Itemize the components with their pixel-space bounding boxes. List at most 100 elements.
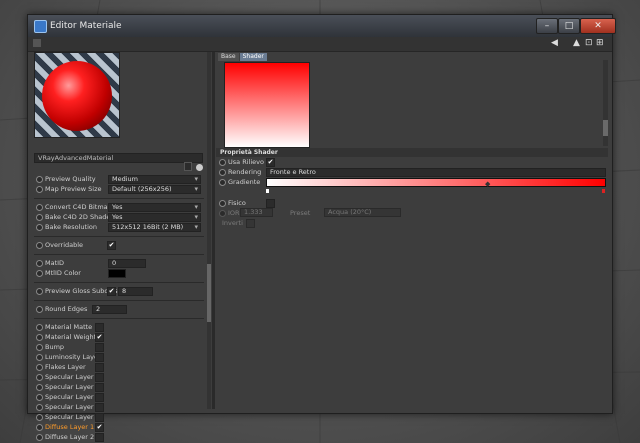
- rendering-label: Rendering: [228, 168, 262, 176]
- layer-checkbox[interactable]: [95, 393, 104, 402]
- rendering-row: Rendering Fronte e Retro: [216, 167, 608, 177]
- material-preview[interactable]: [34, 52, 120, 138]
- animation-dot-icon[interactable]: [36, 394, 43, 401]
- layer-label: Specular Layer 5: [45, 373, 100, 381]
- divider: [34, 278, 204, 283]
- animation-dot-icon[interactable]: [36, 204, 43, 211]
- layer-label: Bump: [45, 343, 65, 351]
- convert-c4d-bitmaps-row: Convert C4D Bitmaps Yes: [34, 202, 204, 212]
- animation-dot-icon[interactable]: [219, 179, 226, 186]
- layer-row: Luminosity Layer: [34, 352, 204, 362]
- layer-label: Diffuse Layer 2: [45, 433, 95, 441]
- material-name-field[interactable]: VRayAdvancedMaterial: [34, 153, 203, 163]
- matid-color-swatch[interactable]: [108, 269, 126, 278]
- tab-base[interactable]: Base: [218, 53, 239, 61]
- animation-dot-icon[interactable]: [219, 210, 226, 217]
- layer-checkbox[interactable]: ✔: [95, 423, 104, 432]
- animation-dot-icon[interactable]: [219, 159, 226, 166]
- layer-checkbox[interactable]: [95, 383, 104, 392]
- arrow-left-icon[interactable]: ◀: [551, 38, 558, 48]
- layer-checkbox[interactable]: [95, 403, 104, 412]
- expand-icon[interactable]: ⊞: [596, 38, 604, 48]
- convert-c4d-bitmaps-select[interactable]: Yes: [108, 203, 201, 212]
- layer-label: Flakes Layer: [45, 363, 86, 371]
- animation-dot-icon[interactable]: [36, 224, 43, 231]
- animation-dot-icon[interactable]: [36, 324, 43, 331]
- layer-checkbox[interactable]: [95, 373, 104, 382]
- bake-resolution-select[interactable]: 512x512 16Bit (2 MB): [108, 223, 201, 232]
- animation-dot-icon[interactable]: [36, 434, 43, 441]
- minimize-button[interactable]: –: [536, 18, 558, 34]
- maximize-button[interactable]: □: [558, 18, 580, 34]
- gradient-stop-end[interactable]: [602, 189, 605, 193]
- layer-checkbox[interactable]: [95, 323, 104, 332]
- animation-dot-icon[interactable]: [36, 404, 43, 411]
- layer-checkbox[interactable]: [95, 413, 104, 422]
- animation-dot-icon[interactable]: [36, 214, 43, 221]
- layer-row: Material Weight ✔: [34, 332, 204, 342]
- animation-dot-icon[interactable]: [36, 344, 43, 351]
- gradient-bar[interactable]: ◆: [266, 178, 606, 189]
- preview-quality-select[interactable]: Medium: [108, 175, 201, 184]
- preset-select[interactable]: Acqua (20°C): [324, 208, 401, 217]
- bake-resolution-label: Bake Resolution: [45, 223, 98, 231]
- bake-c4d-2d-shaders-select[interactable]: Yes: [108, 213, 201, 222]
- gradient-stop-start[interactable]: [266, 189, 269, 193]
- layer-checkbox[interactable]: [95, 353, 104, 362]
- layer-checkbox[interactable]: ✔: [95, 333, 104, 342]
- tab-shader[interactable]: Shader: [239, 53, 267, 61]
- animation-dot-icon[interactable]: [36, 306, 43, 313]
- animation-dot-icon[interactable]: [36, 364, 43, 371]
- matid-label: MatID: [45, 259, 65, 267]
- gradient-knob-icon[interactable]: ◆: [485, 179, 490, 189]
- animation-dot-icon[interactable]: [36, 270, 43, 277]
- animation-dot-icon[interactable]: [219, 200, 226, 207]
- title-bar[interactable]: Editor Materiale – □ ✕: [28, 15, 616, 37]
- shader-preview[interactable]: [224, 62, 310, 148]
- right-panel: Base Shader Proprietà Shader Usa Rilievo …: [216, 52, 608, 409]
- animation-dot-icon[interactable]: [36, 242, 43, 249]
- overridable-checkbox[interactable]: ✔: [107, 241, 116, 250]
- scrollbar-thumb[interactable]: [207, 264, 211, 322]
- divider: [34, 296, 204, 301]
- panel-divider[interactable]: [212, 52, 215, 409]
- fisico-checkbox[interactable]: [266, 199, 275, 208]
- ior-field[interactable]: 1.333: [240, 208, 273, 217]
- menu-grip-icon[interactable]: [33, 39, 41, 47]
- dropdown-arrow-icon[interactable]: [184, 162, 192, 171]
- animation-dot-icon[interactable]: [36, 414, 43, 421]
- animation-dot-icon[interactable]: [36, 288, 43, 295]
- preview-gloss-subdivs-stepper[interactable]: 8: [118, 287, 153, 296]
- animation-dot-icon[interactable]: [36, 334, 43, 341]
- arrow-up-icon[interactable]: ▲: [573, 38, 580, 48]
- scrollbar-thumb[interactable]: [603, 120, 608, 136]
- animation-dot-icon[interactable]: [36, 186, 43, 193]
- material-settings: Preview Quality Medium Map Preview Size …: [34, 174, 204, 442]
- inverti-checkbox[interactable]: [246, 219, 255, 228]
- lock-icon[interactable]: ⊡: [585, 38, 593, 48]
- layer-row: Flakes Layer: [34, 362, 204, 372]
- close-button[interactable]: ✕: [580, 18, 616, 34]
- layer-checkbox[interactable]: [95, 363, 104, 372]
- animation-dot-icon[interactable]: [36, 354, 43, 361]
- animation-dot-icon[interactable]: [36, 424, 43, 431]
- matid-stepper[interactable]: 0: [108, 259, 146, 268]
- map-preview-size-select[interactable]: Default (256x256): [108, 185, 201, 194]
- animation-dot-icon[interactable]: [36, 374, 43, 381]
- animation-dot-icon[interactable]: [36, 176, 43, 183]
- layer-checkbox[interactable]: [95, 343, 104, 352]
- animation-dot-icon[interactable]: [36, 384, 43, 391]
- matid-row: MatID 0: [34, 258, 204, 268]
- layer-checkbox[interactable]: [95, 433, 104, 442]
- round-edges-stepper[interactable]: 2: [92, 305, 127, 314]
- ior-label: IOR: [228, 209, 240, 217]
- usa-rilievo-checkbox[interactable]: ✔: [266, 158, 275, 167]
- refresh-icon[interactable]: [196, 164, 204, 171]
- rendering-select[interactable]: Fronte e Retro: [266, 168, 606, 177]
- left-panel: VRayAdvancedMaterial Preview Quality Med…: [32, 52, 211, 442]
- right-scrollbar[interactable]: [603, 60, 608, 146]
- preview-gloss-subdivs-checkbox[interactable]: ✔: [107, 287, 116, 296]
- animation-dot-icon[interactable]: [219, 169, 226, 176]
- animation-dot-icon[interactable]: [36, 260, 43, 267]
- left-scrollbar[interactable]: [207, 52, 211, 409]
